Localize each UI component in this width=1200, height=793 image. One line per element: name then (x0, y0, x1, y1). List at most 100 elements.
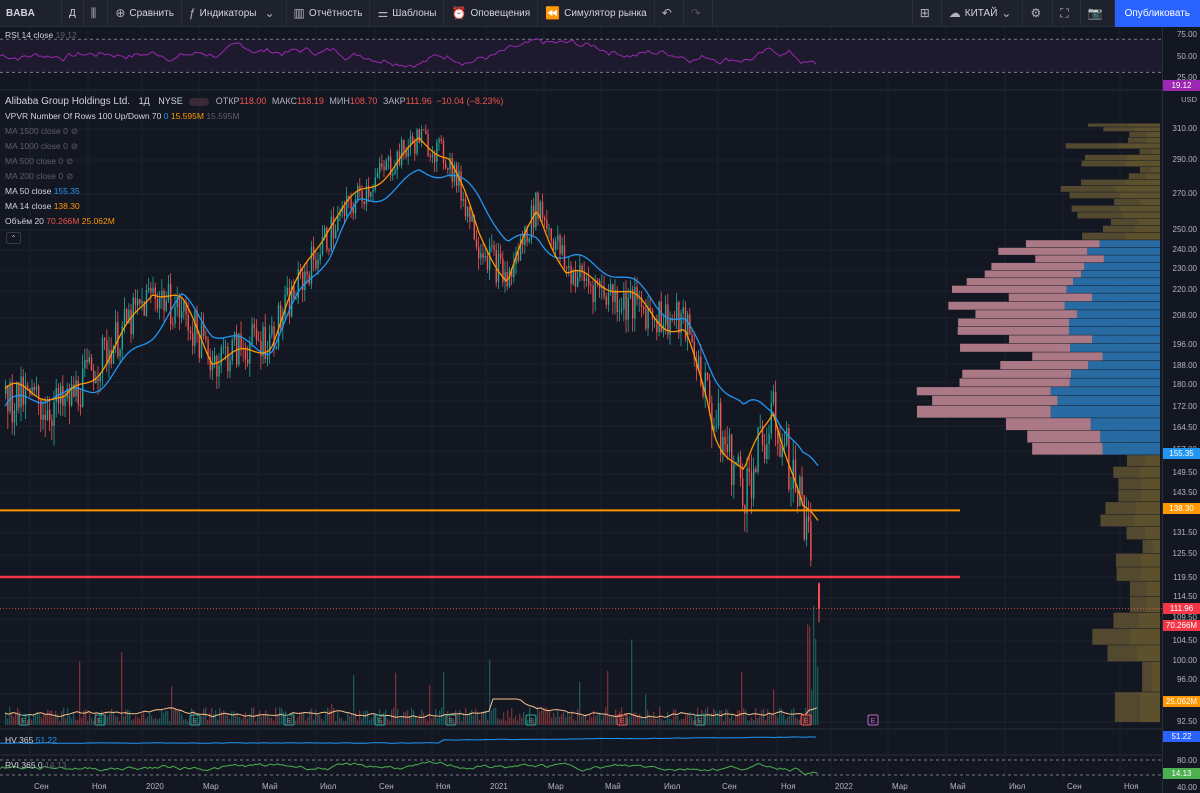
volume-bar (743, 708, 745, 725)
candle-body (218, 365, 220, 377)
candle-body (220, 347, 222, 366)
indicators-button[interactable]: ƒ Индикаторы ⌄ (182, 0, 287, 27)
volume-bar (297, 717, 299, 725)
candle-body (717, 402, 720, 426)
publish-button[interactable]: Опубликовать (1114, 0, 1200, 27)
volume-bar (425, 718, 427, 725)
volume-bar (151, 715, 153, 725)
volume-bar (457, 713, 459, 725)
vpvr-bar-down (1077, 212, 1123, 219)
candle-body (592, 285, 594, 303)
volume-bar (417, 719, 419, 725)
vpvr-legend[interactable]: VPVR Number Of Rows 100 Up/Down 70 0 15.… (5, 109, 503, 124)
currency-label[interactable]: USD (1181, 95, 1197, 104)
templates-button[interactable]: ⚌ Шаблоны (370, 0, 445, 27)
layout-button[interactable]: ⊞ (911, 0, 942, 27)
vpvr-bar-up (1120, 205, 1160, 212)
ma1500-legend[interactable]: MA 1500 close 0 ⊘ (5, 124, 503, 139)
eye-hidden-icon[interactable]: ⊘ (71, 126, 78, 136)
alerts-button[interactable]: ⏰ Оповещения (444, 0, 539, 27)
volume-bar (157, 719, 159, 725)
volume-bar (541, 709, 543, 725)
volume-bar (501, 719, 503, 725)
grid-layout-icon: ⊞ (919, 6, 930, 20)
candle-body (478, 247, 480, 259)
volume-bar (771, 712, 773, 725)
candle-body (255, 328, 258, 340)
vpvr-bar-up (1081, 270, 1160, 278)
candle-body (236, 333, 238, 365)
replay-button[interactable]: ⏪ Симулятор рынка (538, 0, 655, 27)
volume-bar (223, 710, 225, 725)
vpvr-bar-up (1050, 387, 1160, 396)
vpvr-bar-down (966, 278, 1074, 286)
ma14-legend[interactable]: MA 14 close 138.30 (5, 199, 503, 214)
candle-body (101, 337, 104, 374)
volume-bar (481, 712, 483, 725)
candle-body (258, 339, 260, 342)
rsi-legend[interactable]: RSI 14 close 19.12 (5, 30, 77, 40)
volume-bar (229, 719, 231, 725)
redo-button[interactable]: ↷ (684, 0, 713, 27)
volume-bar (547, 709, 549, 725)
volume-bar (581, 715, 583, 725)
fullscreen-button[interactable]: ⛶ (1053, 0, 1081, 27)
candle-body (623, 290, 625, 309)
eye-hidden-icon[interactable]: ⊘ (66, 156, 73, 166)
volume-bar (731, 714, 733, 725)
rsi-value-tag: 19.12 (1163, 80, 1200, 91)
vpvr-bar-down (1102, 225, 1135, 233)
price-scale[interactable]: 75.00 50.00 25.00 19.12 USD 310.00 290.0… (1162, 27, 1200, 793)
ma50-legend[interactable]: MA 50 close 155.35 (5, 184, 503, 199)
volume-bar (235, 713, 237, 725)
gear-icon: ⚙ (1030, 6, 1042, 20)
ma1000-legend[interactable]: MA 1000 close 0 ⊘ (5, 139, 503, 154)
volume-bar (345, 720, 347, 725)
volume-bar (303, 712, 305, 725)
reports-button[interactable]: ▥ Отчётность (287, 0, 371, 27)
volume-bar (119, 720, 121, 725)
volume-bar (807, 624, 809, 725)
ma500-legend[interactable]: MA 500 close 0 ⊘ (5, 154, 503, 169)
volume-bar (517, 720, 519, 725)
hv-legend[interactable]: HV 365 51.22 (5, 735, 57, 745)
collapse-legend-button[interactable]: ⌃ (6, 232, 21, 244)
undo-icon: ↶ (661, 6, 672, 20)
eye-hidden-icon[interactable]: ⊘ (71, 141, 78, 151)
exchange-button[interactable]: ☁ КИТАЙ ⌄ (942, 0, 1024, 27)
earnings-marker-label: E (620, 718, 625, 725)
candle-body (152, 287, 154, 293)
vpvr-bar-up (1145, 455, 1160, 467)
volume-bar (611, 716, 613, 725)
candle-body (44, 414, 46, 420)
main-legend: Alibaba Group Holdings Ltd. 1Д NYSE ОТКР… (5, 94, 503, 229)
volume-bar (607, 670, 609, 725)
snapshot-button[interactable]: 📷 (1081, 0, 1115, 27)
eye-hidden-icon[interactable]: ⊘ (66, 171, 73, 181)
chart-type-button[interactable]: ⫼ (84, 0, 109, 27)
candle-body (49, 410, 51, 421)
symbol-title-row[interactable]: Alibaba Group Holdings Ltd. 1Д NYSE ОТКР… (5, 94, 503, 109)
ma200-legend[interactable]: MA 200 close 0 ⊘ (5, 169, 503, 184)
settings-button[interactable]: ⚙ (1023, 0, 1054, 27)
candle-body (616, 290, 618, 313)
interval-button[interactable]: Д (62, 0, 84, 27)
vpvr-bar-down (959, 378, 1070, 387)
volume-bar (477, 712, 479, 725)
vpvr-bar-up (1122, 212, 1160, 219)
vpvr-bar-up (1069, 318, 1160, 327)
volume-bar (719, 710, 721, 725)
volume-bar (329, 709, 331, 725)
compare-button[interactable]: ⊕ Сравнить (108, 0, 182, 27)
undo-button[interactable]: ↶ (655, 0, 684, 27)
rvi-legend[interactable]: RVI 365 0 14.13 (5, 760, 66, 770)
vpvr-bar-down (975, 310, 1077, 319)
volume-legend[interactable]: Объём 20 70.266M 25.062M (5, 214, 503, 229)
vpvr-bar-up (1100, 430, 1160, 443)
volume-bar (753, 719, 755, 725)
symbol-search[interactable]: BABA (0, 0, 62, 27)
volume-bar (173, 709, 175, 725)
earnings-marker-label: E (449, 718, 454, 725)
time-axis[interactable]: Сен Ноя 2020 Мар Май Июл Сен Ноя 2021 Ма… (0, 780, 1162, 793)
vpvr-bar-down (1129, 131, 1147, 138)
